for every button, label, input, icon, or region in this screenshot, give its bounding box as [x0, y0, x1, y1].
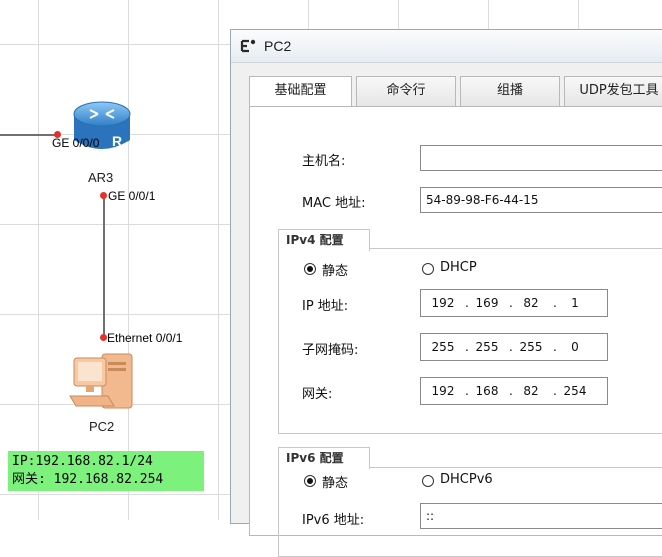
mask-octet-4[interactable]: 0 — [557, 334, 593, 360]
gateway-label: 网关: — [302, 387, 333, 402]
mask-octet-1[interactable]: 255 — [425, 334, 461, 360]
gw-octet-2[interactable]: 168 — [469, 378, 505, 404]
router-name: AR3 — [88, 170, 114, 185]
ipv4-group-title: IPv4 配置 — [278, 229, 370, 251]
tab-multicast[interactable]: 组播 — [460, 76, 560, 106]
note-gateway-line: 网关: 192.168.82.254 — [12, 472, 164, 487]
window-title: PC2 — [264, 38, 292, 54]
gw-octet-3[interactable]: 82 — [513, 378, 549, 404]
port-label-ge001: GE 0/0/1 — [108, 189, 156, 203]
ipv6-static-radio[interactable] — [304, 475, 316, 487]
mac-input[interactable]: 54-89-98-F6-44-15 — [420, 187, 662, 213]
gw-octet-1[interactable]: 192 — [425, 378, 461, 404]
ipv6-address-input[interactable]: :: — [420, 503, 662, 529]
ipv4-static-radio[interactable] — [304, 263, 316, 275]
pc2-config-window[interactable]: PC2 基础配置 命令行 组播 UDP发包工具 主机名: MAC 地址: 54-… — [230, 29, 662, 557]
pc-name: PC2 — [89, 419, 115, 434]
ip-octet-4[interactable]: 1 — [557, 290, 593, 316]
gw-octet-4[interactable]: 254 — [557, 378, 593, 404]
port-dot-ge001 — [100, 192, 107, 199]
link-ar3-to-pc2[interactable] — [103, 196, 105, 336]
ipv6-static-label: 静态 — [322, 476, 349, 491]
ipv6-group-title: IPv6 配置 — [278, 447, 370, 469]
mac-label: MAC 地址: — [302, 196, 366, 211]
window-titlebar[interactable]: PC2 — [231, 30, 662, 63]
pc-device-pc2[interactable] — [68, 350, 138, 418]
ip-octet-3[interactable]: 82 — [513, 290, 549, 316]
svg-text:R: R — [112, 133, 122, 149]
ipv6-address-label: IPv6 地址: — [302, 513, 365, 528]
ipv4-dhcp-radio[interactable] — [422, 263, 434, 275]
ipv6-dhcpv6-radio[interactable] — [422, 475, 434, 487]
tab-basic-config[interactable]: 基础配置 — [249, 76, 352, 108]
mask-octet-3[interactable]: 255 — [513, 334, 549, 360]
ipv4-dhcp-label: DHCP — [440, 260, 477, 275]
tab-command-line[interactable]: 命令行 — [356, 76, 456, 106]
ipv6-dhcpv6-label: DHCPv6 — [440, 472, 493, 487]
ip-octet-2[interactable]: 169 — [469, 290, 505, 316]
subnet-mask-input[interactable]: 255 . 255 . 255 . 0 — [420, 333, 608, 361]
basic-config-panel: 主机名: MAC 地址: 54-89-98-F6-44-15 IPv4 配置 静… — [249, 106, 662, 557]
ip-address-label: IP 地址: — [302, 299, 349, 314]
tab-udp-tool[interactable]: UDP发包工具 — [564, 76, 662, 106]
gateway-input[interactable]: 192 . 168 . 82 . 254 — [420, 377, 608, 405]
note-ip-line: IP:192.168.82.1/24 — [12, 454, 153, 469]
app-icon — [240, 38, 258, 57]
ipv4-static-label: 静态 — [322, 264, 349, 279]
ip-octet-1[interactable]: 192 — [425, 290, 461, 316]
pc-icon — [69, 353, 133, 409]
hostname-label: 主机名: — [302, 154, 346, 169]
port-dot-eth001 — [100, 334, 107, 341]
port-label-eth001: Ethernet 0/0/1 — [107, 331, 183, 345]
ip-note-label[interactable]: IP:192.168.82.1/24 网关: 192.168.82.254 — [8, 451, 204, 491]
ip-address-input[interactable]: 192 . 169 . 82 . 1 — [420, 289, 608, 317]
port-label-ge000: GE 0/0/0 — [52, 136, 100, 150]
subnet-mask-label: 子网掩码: — [302, 343, 359, 358]
hostname-input[interactable] — [420, 145, 662, 171]
link-left-to-ar3[interactable] — [0, 134, 58, 136]
mask-octet-2[interactable]: 255 — [469, 334, 505, 360]
